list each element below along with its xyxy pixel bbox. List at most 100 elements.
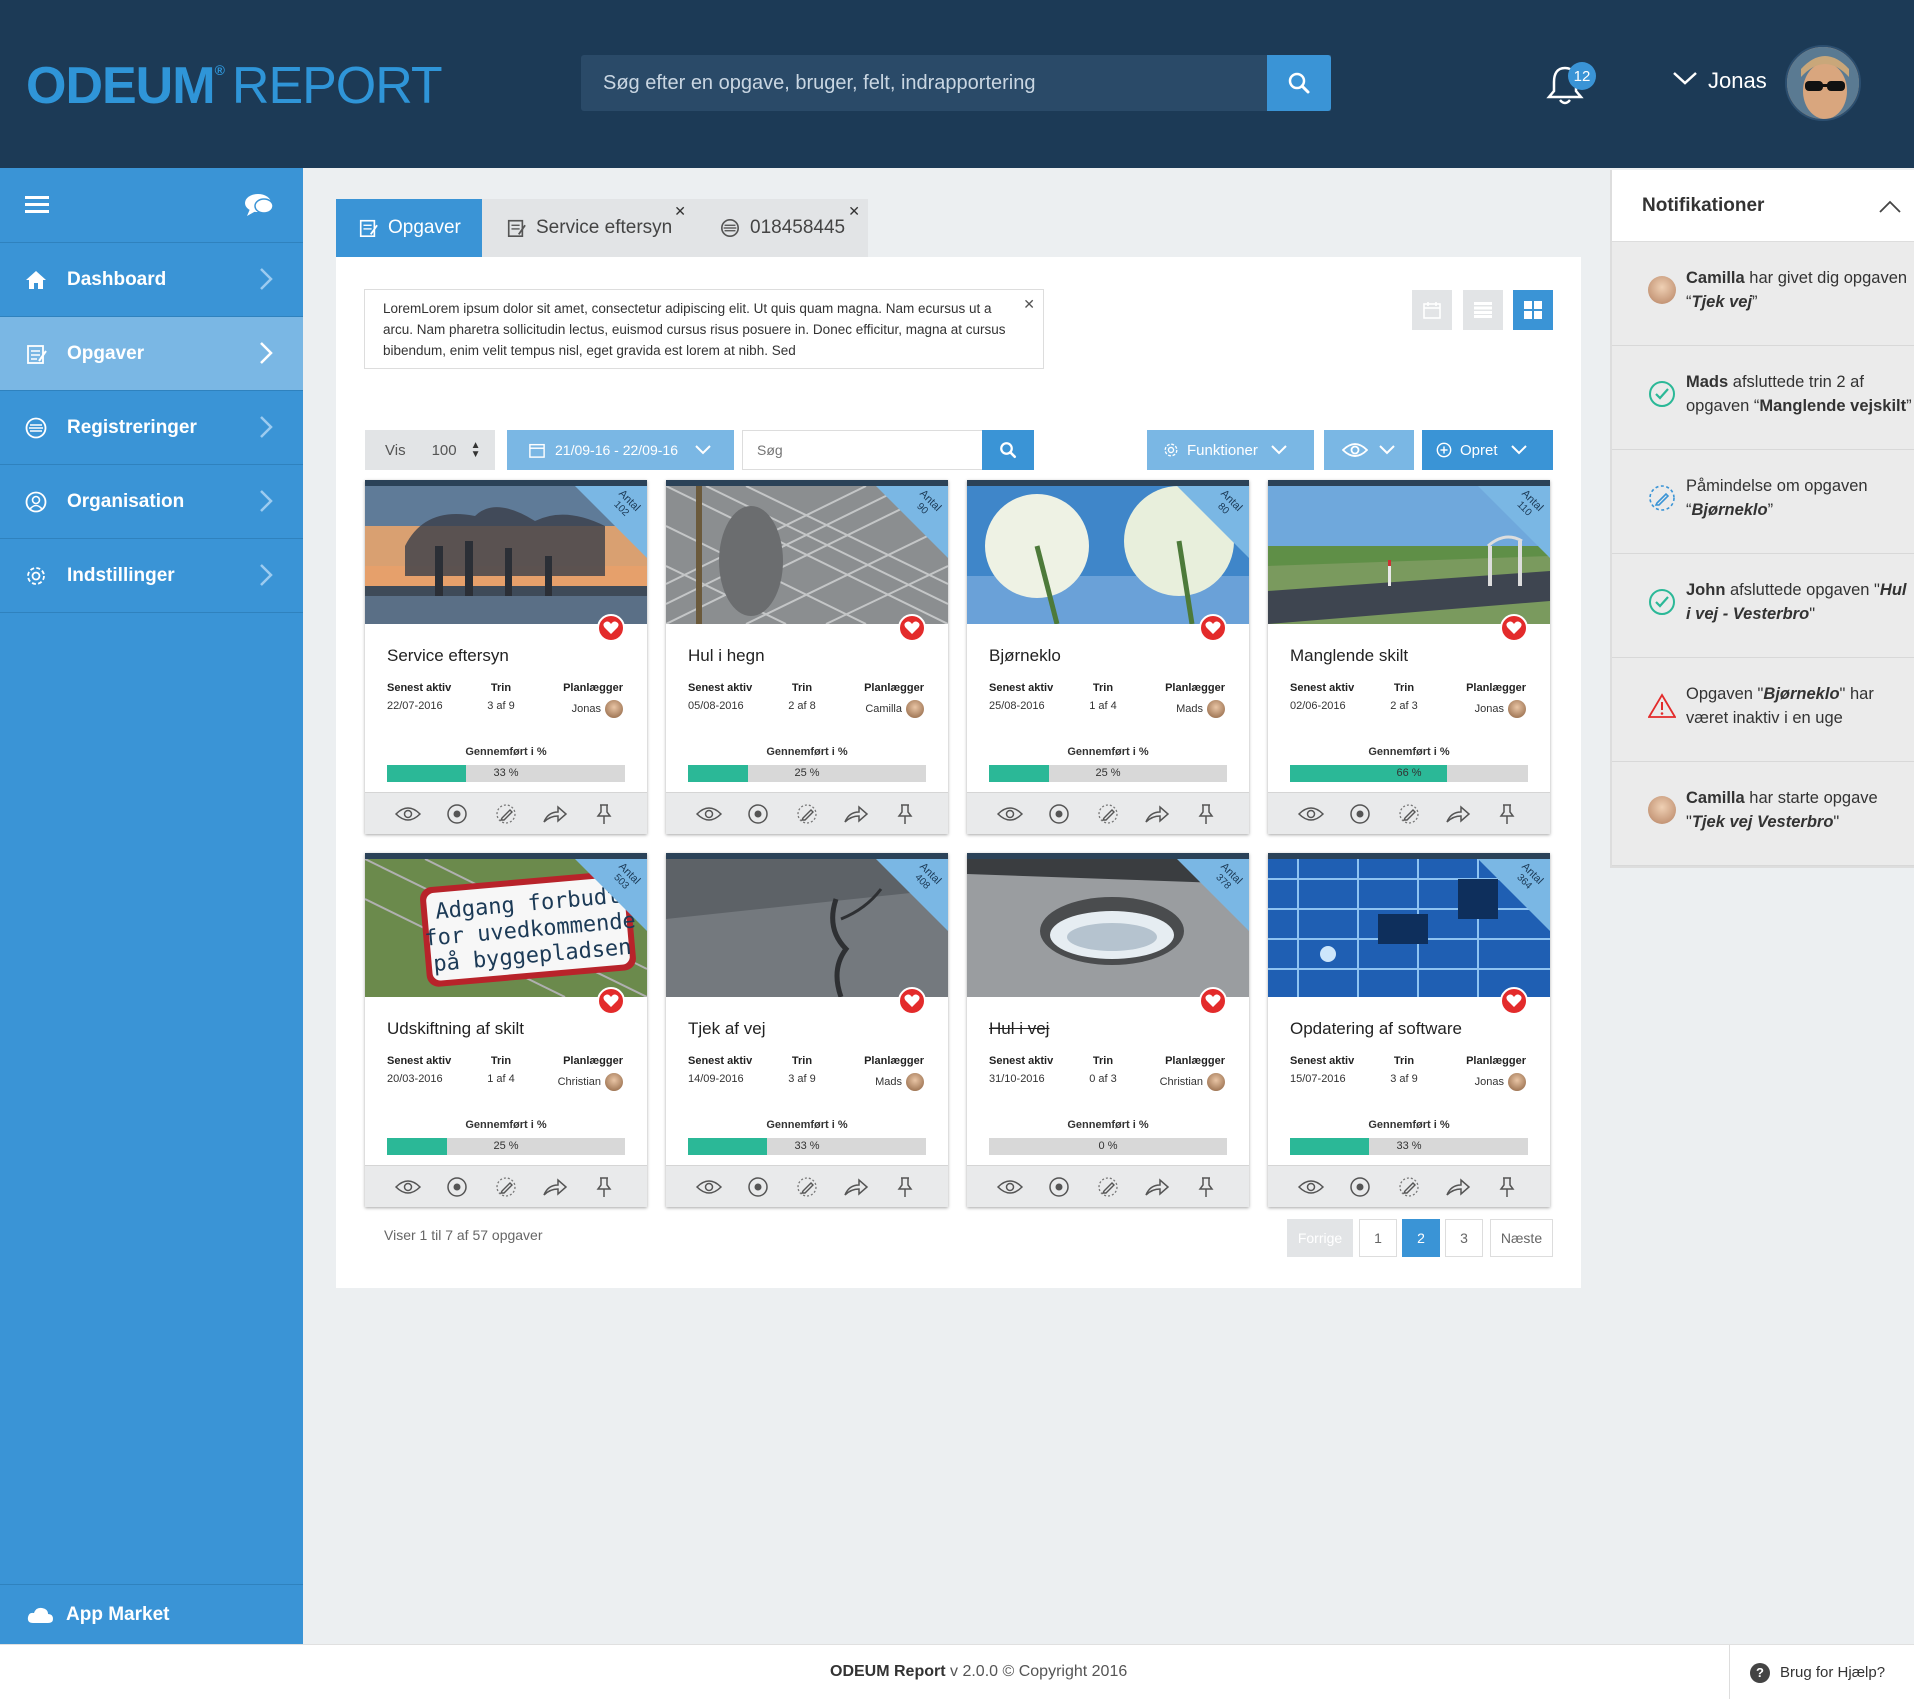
pagination-page-2[interactable]: 2	[1402, 1219, 1440, 1257]
share-button[interactable]	[1443, 1172, 1473, 1202]
favorite-button[interactable]	[1500, 614, 1528, 642]
view-button[interactable]	[1296, 799, 1326, 829]
task-card[interactable]: Antal 110 Manglende skilt Senest aktiv 02/06…	[1268, 480, 1550, 834]
task-image[interactable]: Antal 102	[365, 486, 647, 624]
pin-button[interactable]	[1492, 1172, 1522, 1202]
pin-button[interactable]	[890, 799, 920, 829]
share-button[interactable]	[1443, 799, 1473, 829]
pagination-page-1[interactable]: 1	[1359, 1219, 1397, 1257]
global-search-button[interactable]	[1267, 55, 1331, 111]
list-view-button[interactable]	[1463, 290, 1503, 330]
favorite-button[interactable]	[1199, 614, 1227, 642]
edit-button[interactable]	[1394, 1172, 1424, 1202]
task-title[interactable]: Manglende skilt	[1290, 646, 1408, 666]
edit-button[interactable]	[1093, 799, 1123, 829]
close-icon[interactable]: ✕	[1023, 294, 1035, 315]
task-card[interactable]: Antal 80 Bjørneklo Senest aktiv 25/08-2016 Tr…	[967, 480, 1249, 834]
track-button[interactable]	[442, 1172, 472, 1202]
view-button[interactable]	[694, 1172, 724, 1202]
app-market-link[interactable]: App Market	[0, 1584, 303, 1644]
notification-item[interactable]: Opgaven "Bjørneklo" har været inaktiv i …	[1612, 658, 1914, 762]
chat-icon[interactable]	[244, 193, 274, 217]
task-card[interactable]: Antal 102 Service eftersyn Senest aktiv 22/0…	[365, 480, 647, 834]
grid-view-button[interactable]	[1513, 290, 1553, 330]
task-image[interactable]: Antal 378	[967, 859, 1249, 997]
view-button[interactable]	[393, 1172, 423, 1202]
task-search-button[interactable]	[982, 430, 1034, 470]
share-button[interactable]	[540, 1172, 570, 1202]
menu-icon[interactable]	[25, 195, 49, 215]
calendar-view-button[interactable]	[1412, 290, 1452, 330]
favorite-button[interactable]	[597, 614, 625, 642]
task-image[interactable]: Antal 364	[1268, 859, 1550, 997]
edit-button[interactable]	[491, 799, 521, 829]
notification-item[interactable]: Camilla har starte opgave "Tjek vej Vest…	[1612, 762, 1914, 866]
user-name[interactable]: Jonas	[1708, 68, 1767, 94]
app-logo[interactable]: ODEUM® REPORT	[26, 56, 443, 116]
date-range-picker[interactable]: 21/09-16 - 22/09-16	[507, 430, 734, 470]
close-icon[interactable]: ✕	[848, 203, 860, 220]
pagination-page-3[interactable]: 3	[1445, 1219, 1483, 1257]
chevron-up-icon[interactable]	[1878, 198, 1902, 220]
edit-button[interactable]	[792, 1172, 822, 1202]
sidebar-item-organisation[interactable]: Organisation	[0, 465, 303, 539]
tab-018458445[interactable]: 018458445 ✕	[694, 199, 868, 257]
sidebar-item-registreringer[interactable]: Registreringer	[0, 391, 303, 465]
track-button[interactable]	[1044, 1172, 1074, 1202]
view-button[interactable]	[393, 799, 423, 829]
task-search-input[interactable]	[743, 431, 987, 469]
pin-button[interactable]	[1191, 1172, 1221, 1202]
favorite-button[interactable]	[597, 987, 625, 1015]
help-button[interactable]: ? Brug for Hjælp?	[1729, 1645, 1914, 1699]
edit-button[interactable]	[491, 1172, 521, 1202]
task-card[interactable]: Antal 364 Opdatering af software Senest akt…	[1268, 853, 1550, 1207]
view-button[interactable]	[694, 799, 724, 829]
track-button[interactable]	[442, 799, 472, 829]
edit-button[interactable]	[792, 799, 822, 829]
task-image[interactable]: Antal 90	[666, 486, 948, 624]
task-title[interactable]: Tjek af vej	[688, 1019, 765, 1039]
favorite-button[interactable]	[898, 614, 926, 642]
pagination-previous[interactable]: Forrige	[1287, 1219, 1353, 1257]
favorite-button[interactable]	[898, 987, 926, 1015]
functions-dropdown[interactable]: Funktioner	[1147, 430, 1314, 470]
task-card[interactable]: Antal 378 Hul i vej Senest aktiv 31/10-2016 T…	[967, 853, 1249, 1207]
task-title[interactable]: Udskiftning af skilt	[387, 1019, 524, 1039]
track-button[interactable]	[743, 1172, 773, 1202]
edit-button[interactable]	[1394, 799, 1424, 829]
pin-button[interactable]	[1492, 799, 1522, 829]
notification-item[interactable]: Påmindelse om opgaven “Bjørneklo”	[1612, 450, 1914, 554]
track-button[interactable]	[1345, 1172, 1375, 1202]
stepper-arrows-icon[interactable]: ▲ ▼	[471, 441, 481, 460]
favorite-button[interactable]	[1500, 987, 1528, 1015]
share-button[interactable]	[540, 799, 570, 829]
sidebar-item-dashboard[interactable]: Dashboard	[0, 243, 303, 317]
task-card[interactable]: Antal 90 Hul i hegn Senest aktiv 05/08-2016 T…	[666, 480, 948, 834]
visibility-dropdown[interactable]	[1324, 430, 1414, 470]
notification-item[interactable]: Camilla har givet dig opgaven “Tjek vej”	[1612, 242, 1914, 346]
task-title[interactable]: Bjørneklo	[989, 646, 1061, 666]
sidebar-item-opgaver[interactable]: Opgaver	[0, 317, 303, 391]
pin-button[interactable]	[589, 1172, 619, 1202]
share-button[interactable]	[1142, 799, 1172, 829]
track-button[interactable]	[1044, 799, 1074, 829]
view-button[interactable]	[1296, 1172, 1326, 1202]
share-button[interactable]	[841, 1172, 871, 1202]
user-menu-chevron[interactable]	[1672, 70, 1698, 91]
share-button[interactable]	[841, 799, 871, 829]
track-button[interactable]	[743, 799, 773, 829]
tab-service-eftersyn[interactable]: Service eftersyn ✕	[482, 199, 694, 257]
view-button[interactable]	[995, 1172, 1025, 1202]
show-count-value[interactable]: 100	[432, 442, 457, 459]
pagination-next[interactable]: Næste	[1490, 1219, 1553, 1257]
pin-button[interactable]	[589, 799, 619, 829]
favorite-button[interactable]	[1199, 987, 1227, 1015]
task-image[interactable]: Antal 408	[666, 859, 948, 997]
view-button[interactable]	[995, 799, 1025, 829]
share-button[interactable]	[1142, 1172, 1172, 1202]
track-button[interactable]	[1345, 799, 1375, 829]
user-avatar[interactable]	[1785, 45, 1861, 121]
close-icon[interactable]: ✕	[674, 203, 686, 220]
task-image[interactable]: Antal 80	[967, 486, 1249, 624]
task-title[interactable]: Service eftersyn	[387, 646, 509, 666]
